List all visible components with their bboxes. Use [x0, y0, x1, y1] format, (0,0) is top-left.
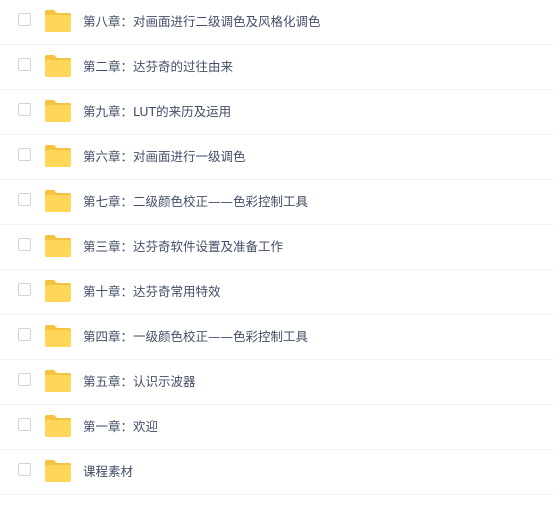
list-item[interactable]: 第七章：二级颜色校正——色彩控制工具 [0, 180, 553, 225]
file-list: 第八章：对画面进行二级调色及风格化调色 第二章：达芬奇的过往由来 第九章：LUT… [0, 0, 553, 525]
row-checkbox[interactable] [18, 238, 31, 251]
folder-name[interactable]: 第一章：欢迎 [83, 405, 158, 448]
list-item[interactable]: 第三章：达芬奇软件设置及准备工作 [0, 225, 553, 270]
folder-icon [44, 279, 72, 303]
row-checkbox[interactable] [18, 283, 31, 296]
list-item[interactable]: 第一章：欢迎 [0, 405, 553, 450]
row-checkbox[interactable] [18, 58, 31, 71]
list-item[interactable]: 第六章：对画面进行一级调色 [0, 135, 553, 180]
list-footer-space [0, 495, 553, 529]
folder-icon [44, 234, 72, 258]
list-item[interactable]: 第四章：一级颜色校正——色彩控制工具 [0, 315, 553, 360]
row-checkbox[interactable] [18, 148, 31, 161]
folder-icon [44, 189, 72, 213]
folder-icon [44, 9, 72, 33]
folder-name[interactable]: 第三章：达芬奇软件设置及准备工作 [83, 225, 283, 268]
row-checkbox[interactable] [18, 418, 31, 431]
folder-icon [44, 324, 72, 348]
list-item[interactable]: 课程素材 [0, 450, 553, 495]
row-checkbox[interactable] [18, 328, 31, 341]
folder-icon [44, 414, 72, 438]
folder-name[interactable]: 第四章：一级颜色校正——色彩控制工具 [83, 315, 308, 358]
folder-name[interactable]: 第八章：对画面进行二级调色及风格化调色 [83, 0, 321, 43]
folder-name[interactable]: 第六章：对画面进行一级调色 [83, 135, 246, 178]
folder-name[interactable]: 第五章：认识示波器 [83, 360, 196, 403]
list-item[interactable]: 第八章：对画面进行二级调色及风格化调色 [0, 0, 553, 45]
list-item[interactable]: 第二章：达芬奇的过往由来 [0, 45, 553, 90]
row-checkbox[interactable] [18, 463, 31, 476]
folder-name[interactable]: 第七章：二级颜色校正——色彩控制工具 [83, 180, 308, 223]
list-item[interactable]: 第十章：达芬奇常用特效 [0, 270, 553, 315]
folder-name[interactable]: 课程素材 [83, 450, 133, 493]
folder-name[interactable]: 第十章：达芬奇常用特效 [83, 270, 221, 313]
row-checkbox[interactable] [18, 103, 31, 116]
row-checkbox[interactable] [18, 373, 31, 386]
folder-icon [44, 144, 72, 168]
row-checkbox[interactable] [18, 193, 31, 206]
folder-icon [44, 54, 72, 78]
row-checkbox[interactable] [18, 13, 31, 26]
list-item[interactable]: 第九章：LUT的来历及运用 [0, 90, 553, 135]
folder-icon [44, 369, 72, 393]
folder-icon [44, 459, 72, 483]
list-item[interactable]: 第五章：认识示波器 [0, 360, 553, 405]
folder-name[interactable]: 第二章：达芬奇的过往由来 [83, 45, 233, 88]
folder-name[interactable]: 第九章：LUT的来历及运用 [83, 90, 231, 133]
folder-icon [44, 99, 72, 123]
